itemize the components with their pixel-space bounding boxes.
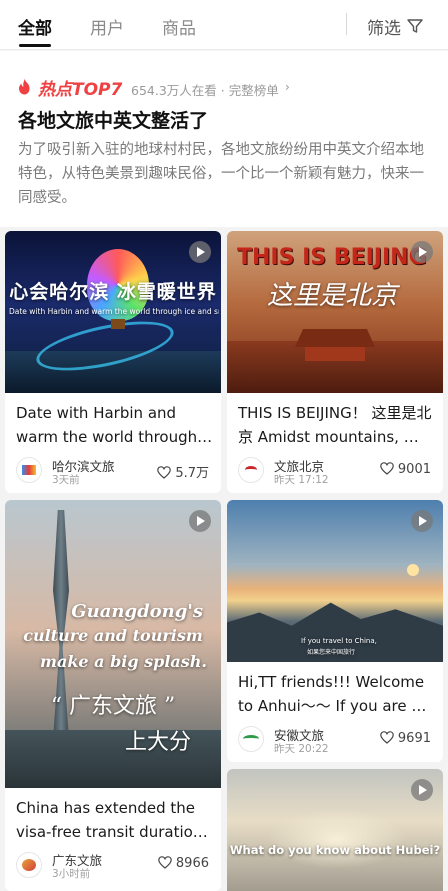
- video-card[interactable]: If you travel to China, 如果您来中国旅行 Hi,TT f…: [227, 500, 443, 762]
- heart-icon: [380, 731, 394, 744]
- thumbnail-caption-line: Guangdong's: [71, 601, 203, 622]
- tab-products[interactable]: 商品: [162, 14, 196, 39]
- card-title: Hi,TT friends!!! Welcome to Anhui～～ If y…: [238, 673, 427, 715]
- video-thumbnail[interactable]: 心会哈尔滨 冰雪暖世界 Date with Harbin and warm th…: [5, 231, 221, 393]
- like-count[interactable]: 9001: [380, 462, 431, 477]
- avatar[interactable]: [16, 852, 42, 878]
- tab-all[interactable]: 全部: [18, 14, 52, 39]
- like-count-value: 8966: [175, 856, 209, 871]
- post-time: 昨天 20:22: [274, 743, 329, 755]
- thumbnail-caption: What do you know about Hubei?: [229, 843, 441, 857]
- funnel-icon[interactable]: [407, 18, 423, 34]
- hot-stats-link[interactable]: 654.3万人在看 · 完整榜单: [131, 80, 279, 99]
- like-count[interactable]: 9691: [380, 731, 431, 746]
- video-thumbnail[interactable]: Guangdong's culture and tourism make a b…: [5, 500, 221, 788]
- tab-bar: 全部 用户 商品 筛选: [0, 0, 448, 50]
- tab-users[interactable]: 用户: [90, 14, 124, 39]
- divider: [346, 13, 347, 35]
- card-title: China has extended the visa-free transit…: [16, 799, 208, 841]
- like-count[interactable]: 8966: [158, 856, 209, 871]
- thumbnail-caption-line: “ 广东文旅 ”: [50, 694, 176, 719]
- video-card[interactable]: Guangdong's culture and tourism make a b…: [5, 500, 221, 891]
- thumbnail-caption-line: make a big splash.: [40, 652, 207, 671]
- hot-rank-label: 热点TOP7: [38, 80, 123, 100]
- hot-topic-header[interactable]: 热点TOP7 654.3万人在看 · 完整榜单 › 各地文旅中英文整活了 为了吸…: [0, 51, 448, 227]
- post-time: 昨天 17:12: [274, 474, 329, 486]
- avatar[interactable]: [16, 457, 42, 483]
- video-card[interactable]: What do you know about Hubei?: [227, 769, 443, 891]
- chevron-right-icon: ›: [285, 80, 290, 94]
- video-card[interactable]: 心会哈尔滨 冰雪暖世界 Date with Harbin and warm th…: [5, 231, 221, 493]
- flame-icon: [19, 78, 30, 95]
- like-count-value: 5.7万: [175, 466, 209, 481]
- heart-icon: [158, 856, 172, 869]
- active-tab-indicator: [19, 44, 51, 47]
- like-count[interactable]: 5.7万: [157, 462, 209, 481]
- post-time: 3天前: [52, 474, 80, 486]
- play-icon: [411, 779, 433, 801]
- avatar[interactable]: [238, 457, 264, 483]
- thumbnail-subtitle: 这里是北京: [267, 281, 398, 311]
- thumbnail-caption-line: 上大分: [124, 730, 191, 755]
- like-count-value: 9691: [397, 731, 431, 746]
- play-icon: [189, 241, 211, 263]
- heart-icon: [380, 462, 394, 475]
- thumbnail-caption: THIS IS BEIJING: [237, 245, 427, 270]
- card-title: THIS IS BEIJING！ 这里是北京 Amidst mountains,…: [238, 404, 432, 446]
- play-icon: [411, 241, 433, 263]
- play-icon: [411, 510, 433, 532]
- hot-topic-description: 为了吸引新入驻的地球村村民，各地文旅纷纷用中英文介绍本地特色，从特色美景到趣味民…: [18, 142, 424, 206]
- thumbnail-caption: 心会哈尔滨 冰雪暖世界: [9, 281, 217, 303]
- play-icon: [189, 510, 211, 532]
- video-thumbnail[interactable]: If you travel to China, 如果您来中国旅行: [227, 500, 443, 662]
- card-title: Date with Harbin and warm the world thro…: [16, 404, 213, 446]
- video-card[interactable]: THIS IS BEIJING 这里是北京 THIS IS BEIJING！ 这…: [227, 231, 443, 493]
- like-count-value: 9001: [397, 462, 431, 477]
- video-thumbnail[interactable]: THIS IS BEIJING 这里是北京: [227, 231, 443, 393]
- heart-icon: [157, 466, 172, 479]
- hot-topic-title: 各地文旅中英文整活了: [18, 110, 209, 132]
- post-time: 3小时前: [52, 868, 91, 880]
- thumbnail-subtitle: If you travel to China,: [301, 637, 377, 645]
- search-results-screen: 全部 用户 商品 筛选 热点TOP7 654.3万人在看 · 完整榜单 › 各地…: [0, 0, 448, 891]
- avatar[interactable]: [238, 726, 264, 752]
- video-thumbnail[interactable]: What do you know about Hubei?: [227, 769, 443, 891]
- thumbnail-subtitle: Date with Harbin and warm the world thro…: [9, 307, 219, 316]
- filter-button[interactable]: 筛选: [367, 14, 401, 39]
- thumbnail-caption-line: culture and tourism: [23, 626, 203, 645]
- thumbnail-subtitle: 如果您来中国旅行: [307, 649, 356, 656]
